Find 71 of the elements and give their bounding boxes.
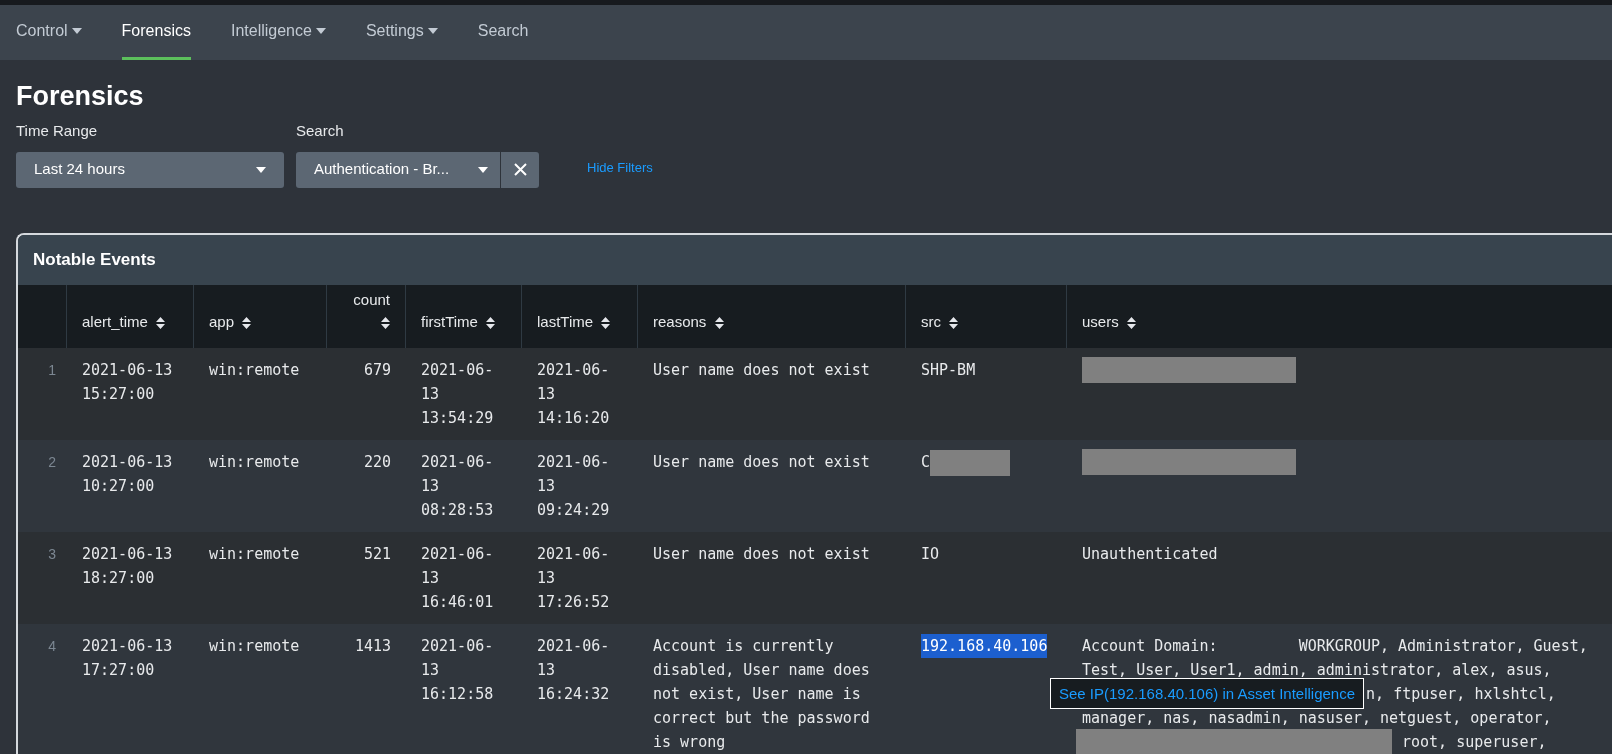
table-cell-text: Unauthenticated [1082,543,1218,565]
table-cell-text: Account Domain: WORKGROUP, Administrator, Guest, [1082,635,1588,657]
sort-icon[interactable] [242,317,252,330]
column-header[interactable]: app [209,311,252,334]
table-cell-text: 2021-06-13 18:27:00 [82,543,174,589]
table-cell-text: win:remote [209,359,301,381]
row-number: 1 [48,361,56,378]
table-cell-text: 2021-06-13 16:24:32 [537,635,611,705]
tooltip[interactable]: See IP(192.168.40.106) in Asset Intelligence [1050,678,1365,709]
row-number: 2 [48,453,56,470]
sort-icon[interactable] [156,317,166,330]
table-cell-text: 2021-06-13 08:28:53 [421,451,495,521]
table-cell-text: win:remote [209,543,301,565]
table-cell-text: 679 [362,359,391,381]
row-number: 3 [48,545,56,562]
table-cell: 192.168.40.106 [921,633,1048,658]
table-cell-text: 220 [362,451,391,473]
table-cell-text: root, superuser, [1402,731,1547,753]
column-header[interactable]: users [1082,311,1136,334]
table-cell-text: C [921,451,931,473]
filter-label: Time Range [16,121,99,141]
caret-icon [478,166,488,173]
sort-icon[interactable] [1126,317,1136,330]
table-cell-text: IO [921,543,940,565]
column-header[interactable]: firstTime [421,311,496,334]
panel-title: Notable Events [33,248,156,271]
table-cell-text: Test, User, User1, admin, administrator, alex, asus, [1082,659,1552,681]
row-number: 4 [48,637,56,654]
table-cell-text: 2021-06-13 16:12:58 [421,635,495,705]
table-cell-text: 2021-06-13 09:24:29 [537,451,611,521]
nav-tab[interactable]: Settings [365,5,438,60]
nav-tab[interactable]: Intelligence [230,5,326,60]
table-cell-text: User name does not exist [653,451,871,473]
nav-tab[interactable]: Forensics [121,5,191,60]
close-icon [513,163,527,176]
caret-icon [256,166,266,173]
table-cell-text: 2021-06-13 10:27:00 [82,451,174,497]
sort-icon[interactable] [714,317,724,330]
table-cell-text: win:remote [209,451,301,473]
table-cell-text: SHP-BM [921,359,976,381]
table-cell-text: 1413 [353,635,391,657]
table-cell-text: User name does not exist [653,359,871,381]
table-cell-text: 2021-06-13 16:46:01 [421,543,495,613]
filter-label: Search [296,121,345,141]
clear-button[interactable] [501,151,539,188]
column-header[interactable]: count [342,288,390,334]
table-cell-text: 2021-06-13 17:26:52 [537,543,611,613]
table-cell-text: n, ftpuser, hxlshtcl, [1366,683,1556,705]
column-header[interactable]: lastTime [537,311,611,334]
search-dropdown[interactable]: Authentication - Br... [296,151,500,188]
sort-icon[interactable] [601,317,611,330]
table-cell-text: 2021-06-13 14:16:20 [537,359,611,429]
column-header[interactable]: reasons [653,311,724,334]
nav-tab[interactable]: Search [477,5,529,60]
column-header[interactable]: src [921,311,959,334]
sort-icon[interactable] [486,317,496,330]
table-cell-text: 521 [362,543,391,565]
nav-tab[interactable]: Control [16,5,82,60]
table-cell-text: manager, nas, nasadmin, nasuser, netguest, operator, [1082,707,1552,729]
page-title: Forensics [16,80,145,113]
time-range-dropdown[interactable]: Last 24 hours [16,151,284,188]
table-cell-text: User name does not exist [653,543,871,565]
table-cell-text: win:remote [209,635,301,657]
table-cell-text: Account is currently disabled, User name does not exist, User name is correct but the password is wrong [653,635,871,753]
table-cell-text: 2021-06-13 15:27:00 [82,359,174,405]
column-header[interactable]: alert_time [82,311,166,334]
sort-icon[interactable] [949,317,959,330]
hide-filters-link[interactable]: Hide Filters [587,158,653,178]
table-cell-text: 2021-06-13 13:54:29 [421,359,495,429]
sort-icon[interactable] [381,317,390,330]
table-cell-text: 2021-06-13 17:27:00 [82,635,174,681]
